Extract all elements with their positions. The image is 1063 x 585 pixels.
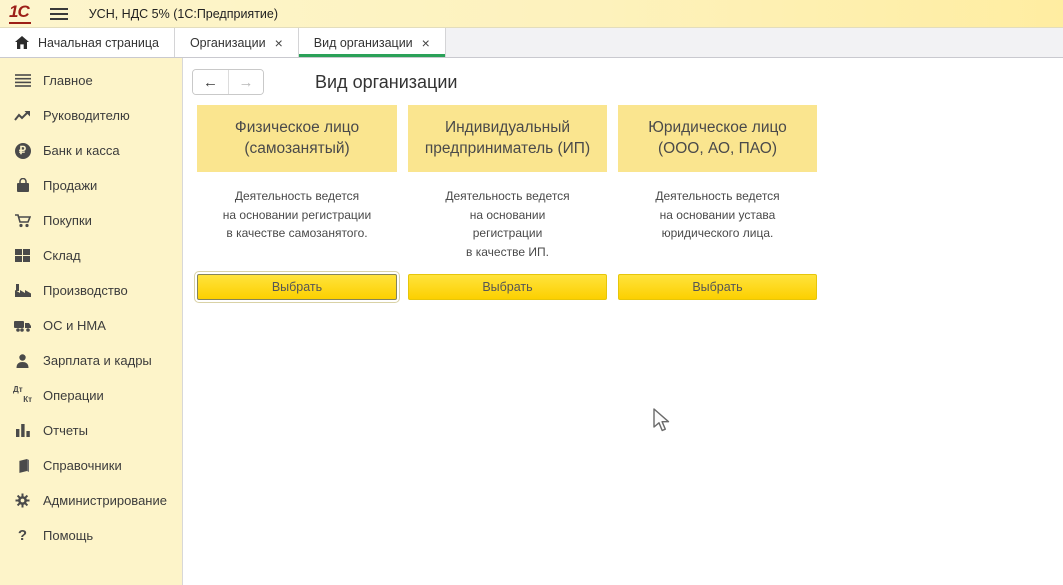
tab-organization-kind[interactable]: Вид организации × [299, 28, 446, 57]
sidebar-item-label: Банк и касса [43, 143, 120, 158]
sidebar-item-proizvodstvo[interactable]: Производство [0, 273, 182, 308]
choose-button-selfemployed[interactable]: Выбрать [197, 274, 397, 300]
card-header: Индивидуальный предприниматель (ИП) [408, 105, 607, 172]
close-icon[interactable]: × [422, 36, 430, 50]
choose-button-entrepreneur[interactable]: Выбрать [408, 274, 607, 300]
books-icon [13, 456, 32, 475]
sidebar-item-label: Администрирование [43, 493, 167, 508]
choose-button-legal-entity[interactable]: Выбрать [618, 274, 817, 300]
sidebar-item-operatsii[interactable]: ДтКт Операции [0, 378, 182, 413]
sidebar-item-label: ОС и НМА [43, 318, 106, 333]
sidebar-item-pokupki[interactable]: Покупки [0, 203, 182, 238]
gear-icon [13, 491, 32, 510]
forward-button[interactable]: → [228, 70, 263, 94]
sidebar-item-otchety[interactable]: Отчеты [0, 413, 182, 448]
page-title: Вид организации [315, 72, 457, 93]
main-area: ← → Вид организации Физическое лицо (сам… [184, 59, 1063, 585]
sidebar-item-sklad[interactable]: Склад [0, 238, 182, 273]
sidebar-item-label: Отчеты [43, 423, 88, 438]
card-entrepreneur: Индивидуальный предприниматель (ИП) Деят… [408, 105, 607, 274]
sidebar-item-label: Зарплата и кадры [43, 353, 152, 368]
sidebar-item-label: Операции [43, 388, 104, 403]
ruble-circle-icon: ₽ [13, 141, 32, 160]
close-icon[interactable]: × [275, 36, 283, 50]
sidebar-item-label: Продажи [43, 178, 97, 193]
sidebar: Главное Руководителю ₽ Банк и касса Прод… [0, 58, 183, 585]
shopping-bag-icon [13, 176, 32, 195]
organization-type-cards: Физическое лицо (самозанятый) Деятельнос… [197, 105, 1063, 300]
card-header: Юридическое лицо (ООО, АО, ПАО) [618, 105, 817, 172]
tab-organizations-label: Организации [190, 36, 266, 50]
factory-icon [13, 281, 32, 300]
card-description: Деятельность ведется на основании регист… [197, 187, 397, 243]
question-icon: ? [13, 526, 32, 545]
navigation-row: ← → Вид организации [192, 69, 1063, 95]
back-button[interactable]: ← [193, 70, 228, 94]
warehouse-icon [13, 246, 32, 265]
titlebar: 1С УСН, НДС 5% (1С:Предприятие) [0, 0, 1063, 28]
person-icon [13, 351, 32, 370]
home-icon [15, 36, 29, 49]
shopping-cart-icon [13, 211, 32, 230]
card-header: Физическое лицо (самозанятый) [197, 105, 397, 172]
tab-organization-kind-label: Вид организации [314, 36, 413, 50]
sidebar-item-label: Склад [43, 248, 81, 263]
card-description: Деятельность ведется на основании устава… [618, 187, 817, 243]
sidebar-item-administrirovanie[interactable]: Администрирование [0, 483, 182, 518]
sidebar-item-label: Руководителю [43, 108, 130, 123]
sidebar-item-bank-kassa[interactable]: ₽ Банк и касса [0, 133, 182, 168]
debit-credit-icon: ДтКт [13, 386, 32, 405]
tab-home[interactable]: Начальная страница [0, 28, 175, 57]
sidebar-item-label: Производство [43, 283, 128, 298]
tab-home-label: Начальная страница [38, 36, 159, 50]
sidebar-item-spravochniki[interactable]: Справочники [0, 448, 182, 483]
sidebar-item-zarplata-kadry[interactable]: Зарплата и кадры [0, 343, 182, 378]
sidebar-item-label: Справочники [43, 458, 122, 473]
trend-up-icon [13, 106, 32, 125]
sidebar-item-prodazhi[interactable]: Продажи [0, 168, 182, 203]
sidebar-item-label: Помощь [43, 528, 93, 543]
1c-logo: 1С [9, 3, 31, 24]
truck-icon [13, 316, 32, 335]
card-description: Деятельность ведется на основании регист… [408, 187, 607, 261]
main-menu-icon[interactable] [50, 8, 68, 20]
sidebar-item-os-nma[interactable]: ОС и НМА [0, 308, 182, 343]
active-tab-underline [299, 54, 445, 57]
menu-lines-icon [13, 71, 32, 90]
card-individual-selfemployed: Физическое лицо (самозанятый) Деятельнос… [197, 105, 397, 274]
sidebar-item-label: Главное [43, 73, 93, 88]
sidebar-item-label: Покупки [43, 213, 92, 228]
sidebar-item-pomosch[interactable]: ? Помощь [0, 518, 182, 553]
sidebar-item-glavnoe[interactable]: Главное [0, 63, 182, 98]
card-legal-entity: Юридическое лицо (ООО, АО, ПАО) Деятельн… [618, 105, 817, 274]
tabbar: Начальная страница Организации × Вид орг… [0, 28, 1063, 58]
sidebar-item-rukovoditelyu[interactable]: Руководителю [0, 98, 182, 133]
tab-organizations[interactable]: Организации × [175, 28, 299, 57]
bar-chart-icon [13, 421, 32, 440]
app-title: УСН, НДС 5% (1С:Предприятие) [89, 7, 278, 21]
history-nav-group: ← → [192, 69, 264, 95]
